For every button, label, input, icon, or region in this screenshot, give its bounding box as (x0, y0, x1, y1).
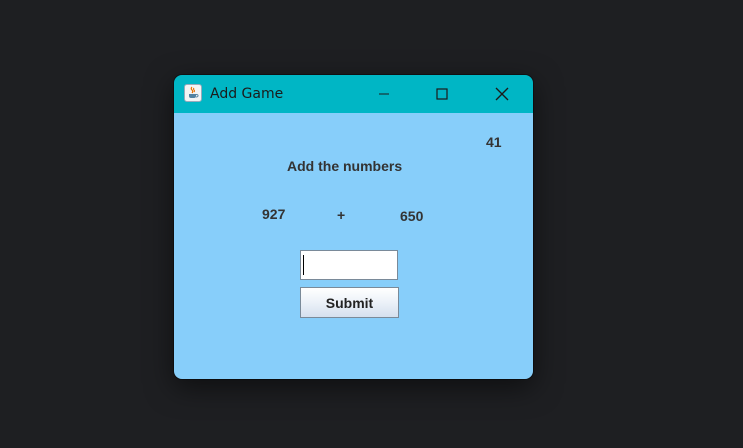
operator-label: + (337, 207, 346, 223)
minimize-button[interactable] (361, 75, 407, 113)
counter-label: 41 (486, 134, 502, 150)
answer-input[interactable] (300, 250, 398, 280)
maximize-icon (436, 88, 448, 100)
submit-button[interactable]: Submit (300, 287, 399, 318)
close-icon (495, 87, 509, 101)
first-number-label: 927 (262, 206, 286, 222)
game-panel: 41 Add the numbers 927 + 650 Submit (174, 113, 533, 379)
text-caret (303, 255, 304, 275)
desktop: Add Game 41 Add the numbers 927 + 650 Su… (0, 0, 743, 448)
instruction-label: Add the numbers (287, 158, 403, 174)
second-number-label: 650 (400, 208, 424, 224)
maximize-button[interactable] (419, 75, 465, 113)
java-coffee-icon (184, 84, 202, 102)
title-bar[interactable]: Add Game (174, 75, 533, 113)
window-title: Add Game (210, 86, 284, 102)
minimize-icon (379, 93, 389, 95)
close-button[interactable] (479, 75, 525, 113)
add-game-window: Add Game 41 Add the numbers 927 + 650 Su… (174, 75, 533, 379)
